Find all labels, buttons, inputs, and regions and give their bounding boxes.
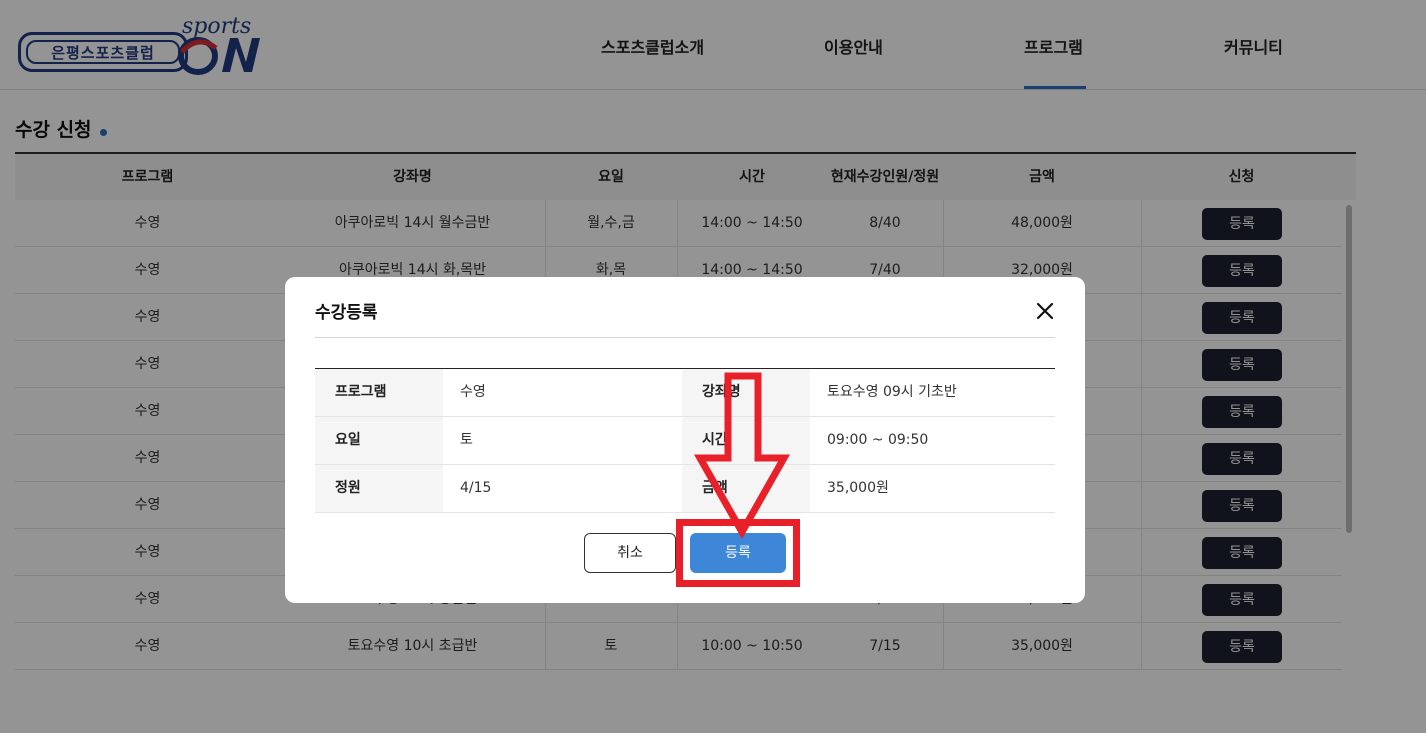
info-value-time: 09:00 ~ 09:50 (827, 432, 929, 448)
annotation-arrow-icon (693, 372, 790, 540)
info-value-capacity: 4/15 (460, 480, 492, 496)
info-label-days: 요일 (315, 417, 443, 464)
info-value-days: 토 (460, 432, 473, 448)
info-label-program: 프로그램 (315, 369, 443, 416)
modal-title: 수강등록 (315, 303, 378, 323)
cancel-button[interactable]: 취소 (584, 533, 676, 573)
info-row-program: 프로그램 수영 강좌명 토요수영 09시 기초반 (315, 369, 1055, 417)
info-label-capacity: 정원 (315, 465, 443, 512)
annotation-highlight-box (676, 519, 800, 587)
modal-divider (315, 337, 1055, 338)
info-row-capacity: 정원 4/15 금액 35,000원 (315, 465, 1055, 513)
info-value-price: 35,000원 (827, 480, 889, 496)
info-row-days: 요일 토 시간 09:00 ~ 09:50 (315, 417, 1055, 465)
close-icon[interactable] (1033, 299, 1057, 323)
info-value-course: 토요수영 09시 기초반 (827, 384, 957, 400)
info-value-program: 수영 (460, 384, 486, 400)
